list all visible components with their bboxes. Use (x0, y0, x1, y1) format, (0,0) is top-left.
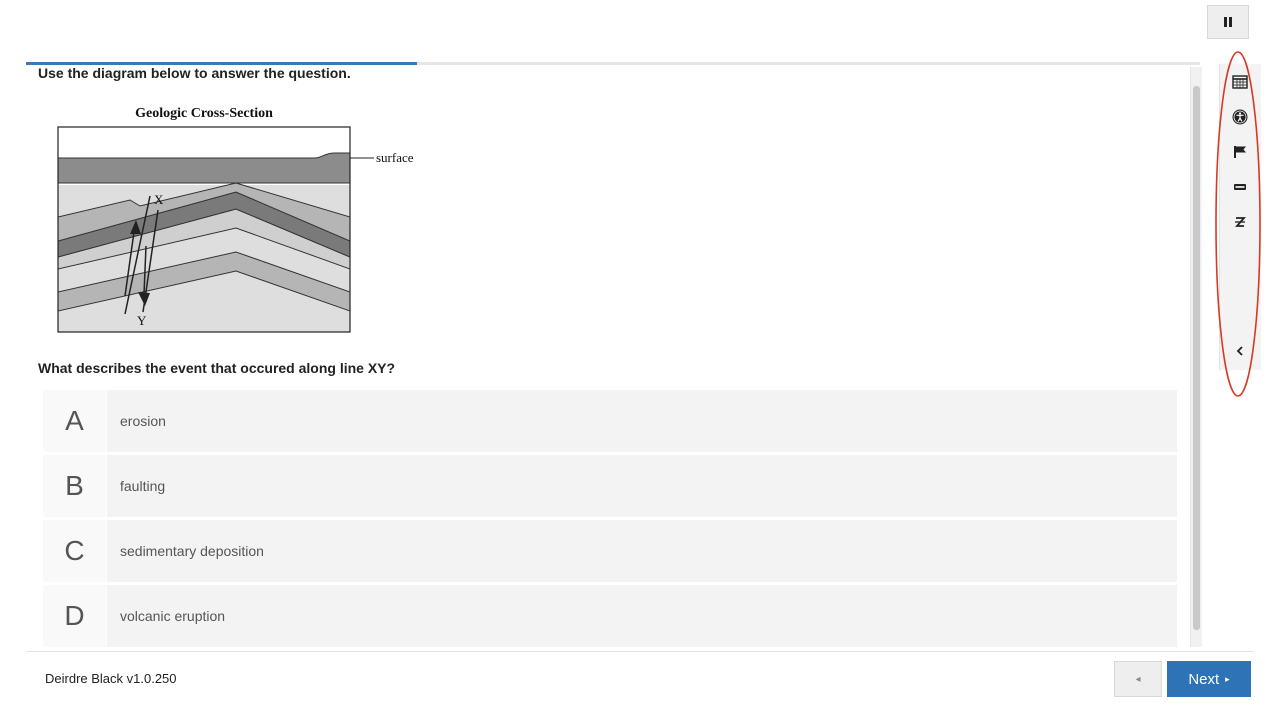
next-button[interactable]: Next ▸ (1167, 661, 1251, 697)
user-version-label: Deirdre Black v1.0.250 (45, 671, 177, 686)
pause-button[interactable] (1207, 5, 1249, 39)
choice-letter: B (43, 455, 107, 517)
choice-letter: A (43, 390, 107, 452)
geologic-cross-section-figure: Geologic Cross-Section surface X Y (57, 106, 414, 333)
point-y-label: Y (137, 313, 147, 328)
answer-choice-b[interactable]: B faulting (43, 455, 1177, 517)
geologic-diagram: Geologic Cross-Section surface X Y (40, 96, 430, 343)
back-button[interactable]: ◂ (1114, 661, 1162, 697)
scrollbar-thumb[interactable] (1193, 86, 1200, 630)
pause-icon (1224, 17, 1232, 27)
answer-choice-a[interactable]: A erosion (43, 390, 1177, 452)
choice-text: volcanic eruption (120, 608, 226, 624)
answer-choice-d[interactable]: D volcanic eruption (43, 585, 1177, 647)
point-x-label: X (154, 192, 164, 207)
highlight-annotation-oval (1215, 51, 1261, 397)
back-arrow-icon: ◂ (1135, 673, 1141, 685)
choice-text: faulting (120, 478, 166, 494)
choice-letter: C (43, 520, 107, 582)
footer-divider (26, 651, 1254, 652)
passage-instructions: Use the diagram below to answer the ques… (38, 65, 351, 81)
surface-label: surface (376, 150, 414, 165)
choice-text: erosion (120, 413, 166, 429)
answer-choice-c[interactable]: C sedimentary deposition (43, 520, 1177, 582)
diagram-title: Geologic Cross-Section (135, 106, 273, 121)
next-arrow-icon: ▸ (1225, 673, 1230, 684)
question-prompt: What describes the event that occured al… (38, 360, 396, 376)
choice-letter: D (43, 585, 107, 647)
choice-text: sedimentary deposition (120, 543, 264, 559)
next-label: Next (1188, 670, 1220, 688)
